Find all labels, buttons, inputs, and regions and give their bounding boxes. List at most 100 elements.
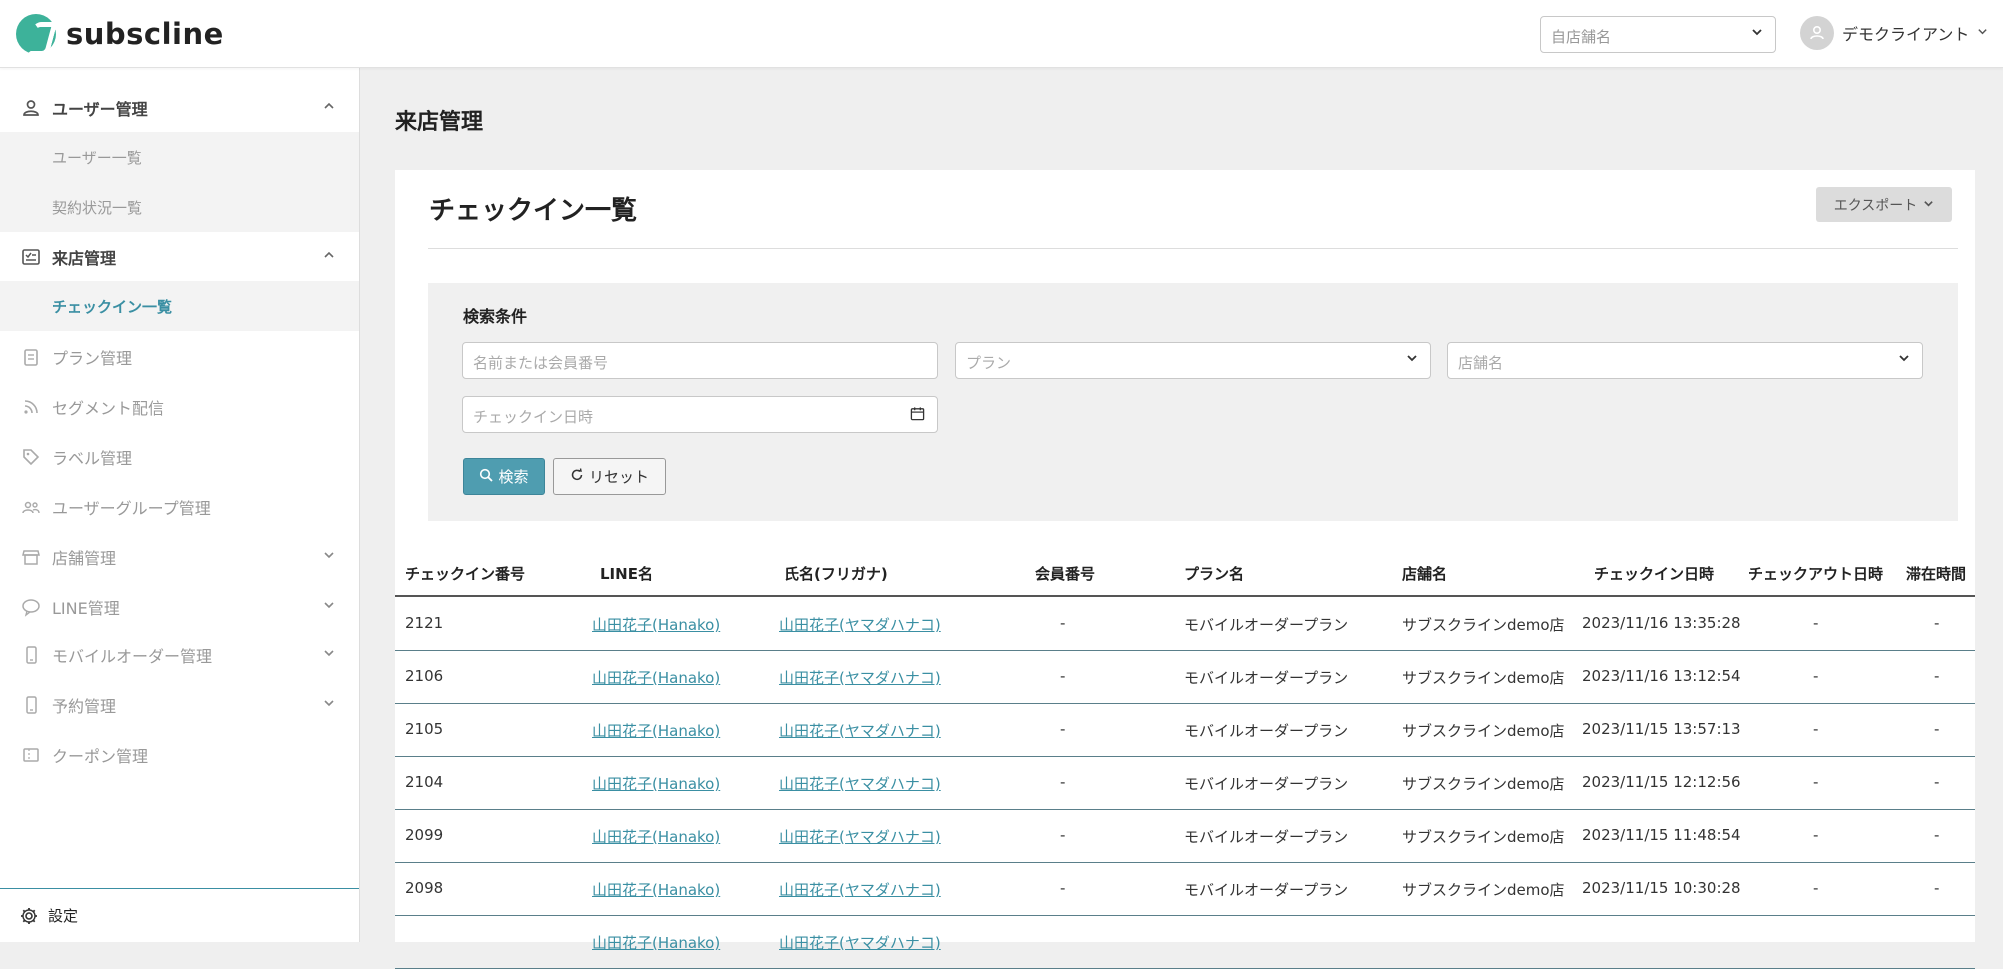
table-row[interactable]: 2098 山田花子(Hanako) 山田花子(ヤマダハナコ) - モバイルオーダープラン… [395,863,1975,916]
sidebar-settings[interactable]: 設定 [0,888,359,942]
table-row[interactable]: 2121 山田花子(Hanako) 山田花子(ヤマダハナコ) - モバイルオーダープラン… [395,598,1975,651]
export-button[interactable]: エクスポート [1816,187,1952,222]
store-name-select[interactable]: 店舗名 [1447,342,1923,379]
table-cell-name[interactable]: 山田花子(ヤマダハナコ) [779,773,941,794]
table-cell-plan: モバイルオーダープラン [1184,881,1349,899]
chevron-down-icon [323,599,335,615]
table-cell-line[interactable]: 山田花子(Hanako) [592,826,720,847]
sidebar-subitem-contract-status[interactable]: 契約状況一覧 [0,182,359,232]
table-cell-name[interactable]: 山田花子(ヤマダハナコ) [779,720,941,741]
chevron-down-icon [323,647,335,663]
search-icon [479,468,494,486]
divider [428,248,1958,249]
table-cell-line[interactable]: 山田花子(Hanako) [592,773,720,794]
table-cell-line[interactable]: 山田花子(Hanako) [592,879,720,900]
column-header[interactable]: プラン名 [1184,563,1244,584]
name-or-member-input[interactable]: 名前または会員番号 [462,342,938,379]
app-logo[interactable]: subscline [16,14,224,54]
chevron-down-icon [1751,26,1763,42]
sidebar-item-label: ラベル管理 [52,449,133,468]
table-cell-id: 2104 [405,773,444,791]
phone-icon [20,644,42,666]
sidebar-item-user-management[interactable]: ユーザー管理 [0,84,359,132]
table-cell-stay: - [1934,720,1940,738]
sidebar-item-label: 予約管理 [52,697,117,716]
column-header[interactable]: チェックイン番号 [405,563,525,584]
search-button[interactable]: 検索 [463,458,545,495]
top-header: subscline 自店舗名 デモクライアント [0,0,2003,68]
reset-button-label: リセット [588,468,649,486]
sidebar-item-reservation-management[interactable]: 予約管理 [0,681,359,729]
table-cell-store: サブスクラインdemo店 [1402,669,1565,687]
table-cell-name[interactable]: 山田花子(ヤマダハナコ) [779,614,941,635]
reset-button[interactable]: リセット [553,458,666,495]
table-cell-plan: モバイルオーダープラン [1184,828,1349,846]
sidebar-item-visit-management[interactable]: 来店管理 [0,233,359,281]
table-cell-store: サブスクラインdemo店 [1402,775,1565,793]
table-cell-store: サブスクラインdemo店 [1402,722,1565,740]
table-cell-checkin: 2023/11/15 11:48:54 [1582,826,1741,844]
select-placeholder: 店舗名 [1458,354,1504,372]
sidebar-item-mobile-order-management[interactable]: モバイルオーダー管理 [0,631,359,679]
column-header[interactable]: チェックアウト日時 [1748,563,1883,584]
column-header[interactable]: 店舗名 [1402,563,1447,584]
sidebar-item-user-group-management[interactable]: ユーザーグループ管理 [0,483,359,531]
table-cell-checkin: 2023/11/15 13:57:13 [1582,720,1741,738]
search-conditions-label: 検索条件 [463,307,528,326]
sidebar-item-label: モバイルオーダー管理 [52,647,213,666]
sidebar-item-label: クーポン管理 [52,747,149,766]
table-cell-store: サブスクラインdemo店 [1402,616,1565,634]
table-cell-checkin: 2023/11/15 10:30:28 [1582,879,1741,897]
user-menu[interactable]: デモクライアント [1800,16,1988,50]
table-cell-line[interactable]: 山田花子(Hanako) [592,932,720,953]
table-cell-line[interactable]: 山田花子(Hanako) [592,720,720,741]
checkin-date-input[interactable]: チェックイン日時 [462,396,938,433]
table-cell-member: - [1060,826,1066,844]
table-cell-id: 2098 [405,879,444,897]
avatar [1800,16,1834,50]
table-cell-name[interactable]: 山田花子(ヤマダハナコ) [779,826,941,847]
table-cell-name[interactable]: 山田花子(ヤマダハナコ) [779,879,941,900]
column-header[interactable]: チェックイン日時 [1594,563,1714,584]
store-select[interactable]: 自店舗名 [1540,16,1776,53]
settings-label: 設定 [48,907,79,925]
sidebar-subitem-user-list[interactable]: ユーザー一覧 [0,132,359,182]
table-cell-plan: モバイルオーダープラン [1184,775,1349,793]
column-header[interactable]: LINE名 [600,563,653,584]
column-header[interactable]: 会員番号 [1035,563,1095,584]
sidebar-item-line-management[interactable]: LINE管理 [0,583,359,631]
calendar-icon[interactable] [910,406,925,425]
sidebar-item-label: 来店管理 [52,249,117,268]
store-icon [20,546,42,568]
sidebar-item-coupon-management[interactable]: クーポン管理 [0,731,359,779]
phone-icon [20,694,42,716]
table-row[interactable]: 2105 山田花子(Hanako) 山田花子(ヤマダハナコ) - モバイルオーダープラン… [395,704,1975,757]
table-row[interactable]: 2104 山田花子(Hanako) 山田花子(ヤマダハナコ) - モバイルオーダープラン… [395,757,1975,810]
sidebar-item-store-management[interactable]: 店舗管理 [0,533,359,581]
coupon-icon [20,744,42,766]
sidebar-item-label: プラン管理 [52,349,133,368]
chevron-down-icon [1923,197,1934,213]
chevron-down-icon [323,697,335,713]
table-cell-member: - [1060,773,1066,791]
table-cell-plan: モバイルオーダープラン [1184,669,1349,687]
column-header[interactable]: 氏名(フリガナ) [784,563,888,584]
table-cell-line[interactable]: 山田花子(Hanako) [592,614,720,635]
tag-icon [20,446,42,468]
sidebar-item-segment-delivery[interactable]: セグメント配信 [0,383,359,431]
table-cell-line[interactable]: 山田花子(Hanako) [592,667,720,688]
table-row[interactable]: 山田花子(Hanako) 山田花子(ヤマダハナコ) [395,916,1975,969]
plan-select[interactable]: プラン [955,342,1431,379]
sidebar-item-plan-management[interactable]: プラン管理 [0,333,359,381]
gear-icon [18,905,40,927]
table-cell-name[interactable]: 山田花子(ヤマダハナコ) [779,667,941,688]
table-cell-plan: モバイルオーダープラン [1184,722,1349,740]
table-cell-name[interactable]: 山田花子(ヤマダハナコ) [779,932,941,953]
table-cell-checkin: 2023/11/15 12:12:56 [1582,773,1741,791]
group-icon [20,496,42,518]
table-row[interactable]: 2106 山田花子(Hanako) 山田花子(ヤマダハナコ) - モバイルオーダープラン… [395,651,1975,704]
sidebar-item-label-management[interactable]: ラベル管理 [0,433,359,481]
table-row[interactable]: 2099 山田花子(Hanako) 山田花子(ヤマダハナコ) - モバイルオーダープラン… [395,810,1975,863]
column-header[interactable]: 滞在時間 [1906,563,1966,584]
sidebar-subitem-checkin-list[interactable]: チェックイン一覧 [0,281,359,331]
